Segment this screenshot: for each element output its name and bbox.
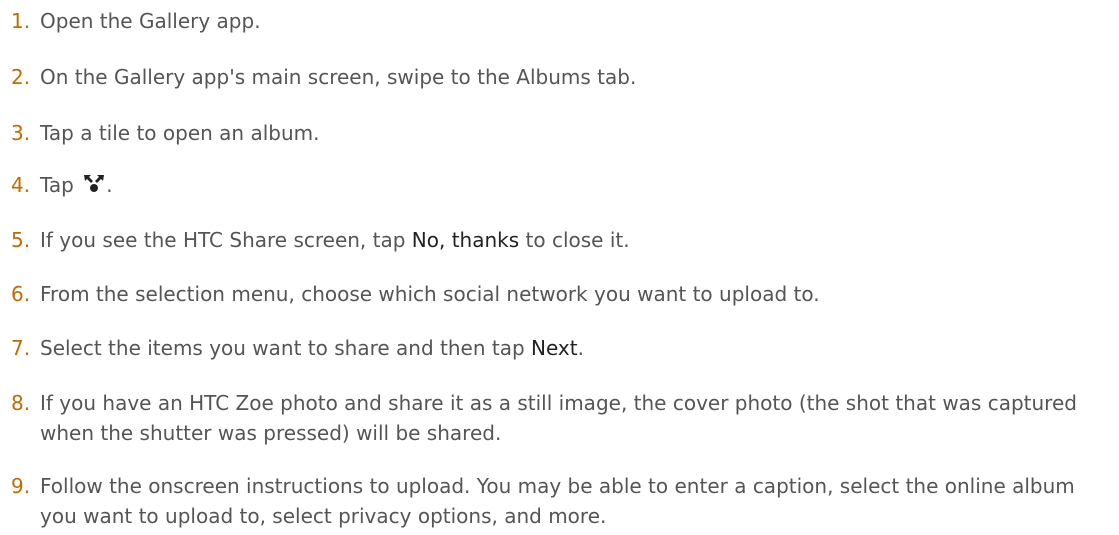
- step-text-before: Select the items you want to share and t…: [40, 336, 532, 360]
- instruction-steps: 1. Open the Gallery app. 2. On the Galle…: [0, 0, 1119, 535]
- step-text: Tap a tile to open an album.: [40, 121, 320, 145]
- step-text: If you have an HTC Zoe photo and share i…: [40, 391, 1077, 445]
- step-text-after: .: [106, 173, 113, 197]
- step-text: Tap .: [40, 170, 1107, 200]
- step-text-before: Tap: [40, 173, 81, 197]
- next-label: Next: [531, 336, 578, 360]
- step-text: Select the items you want to share and t…: [40, 333, 1107, 363]
- step-text: If you see the HTC Share screen, tap No,…: [40, 225, 1107, 255]
- step-text: On the Gallery app's main screen, swipe …: [40, 65, 637, 89]
- step-text-after: to close it.: [519, 228, 630, 252]
- step-text-after: .: [577, 336, 584, 360]
- step-text: Open the Gallery app.: [40, 9, 261, 33]
- share-icon: [84, 175, 105, 192]
- step-text: Follow the onscreen instructions to uplo…: [40, 474, 1075, 528]
- step-text: From the selection menu, choose which so…: [40, 282, 820, 306]
- step-text-before: If you see the HTC Share screen, tap: [40, 228, 412, 252]
- no-thanks-label: No, thanks: [411, 228, 520, 252]
